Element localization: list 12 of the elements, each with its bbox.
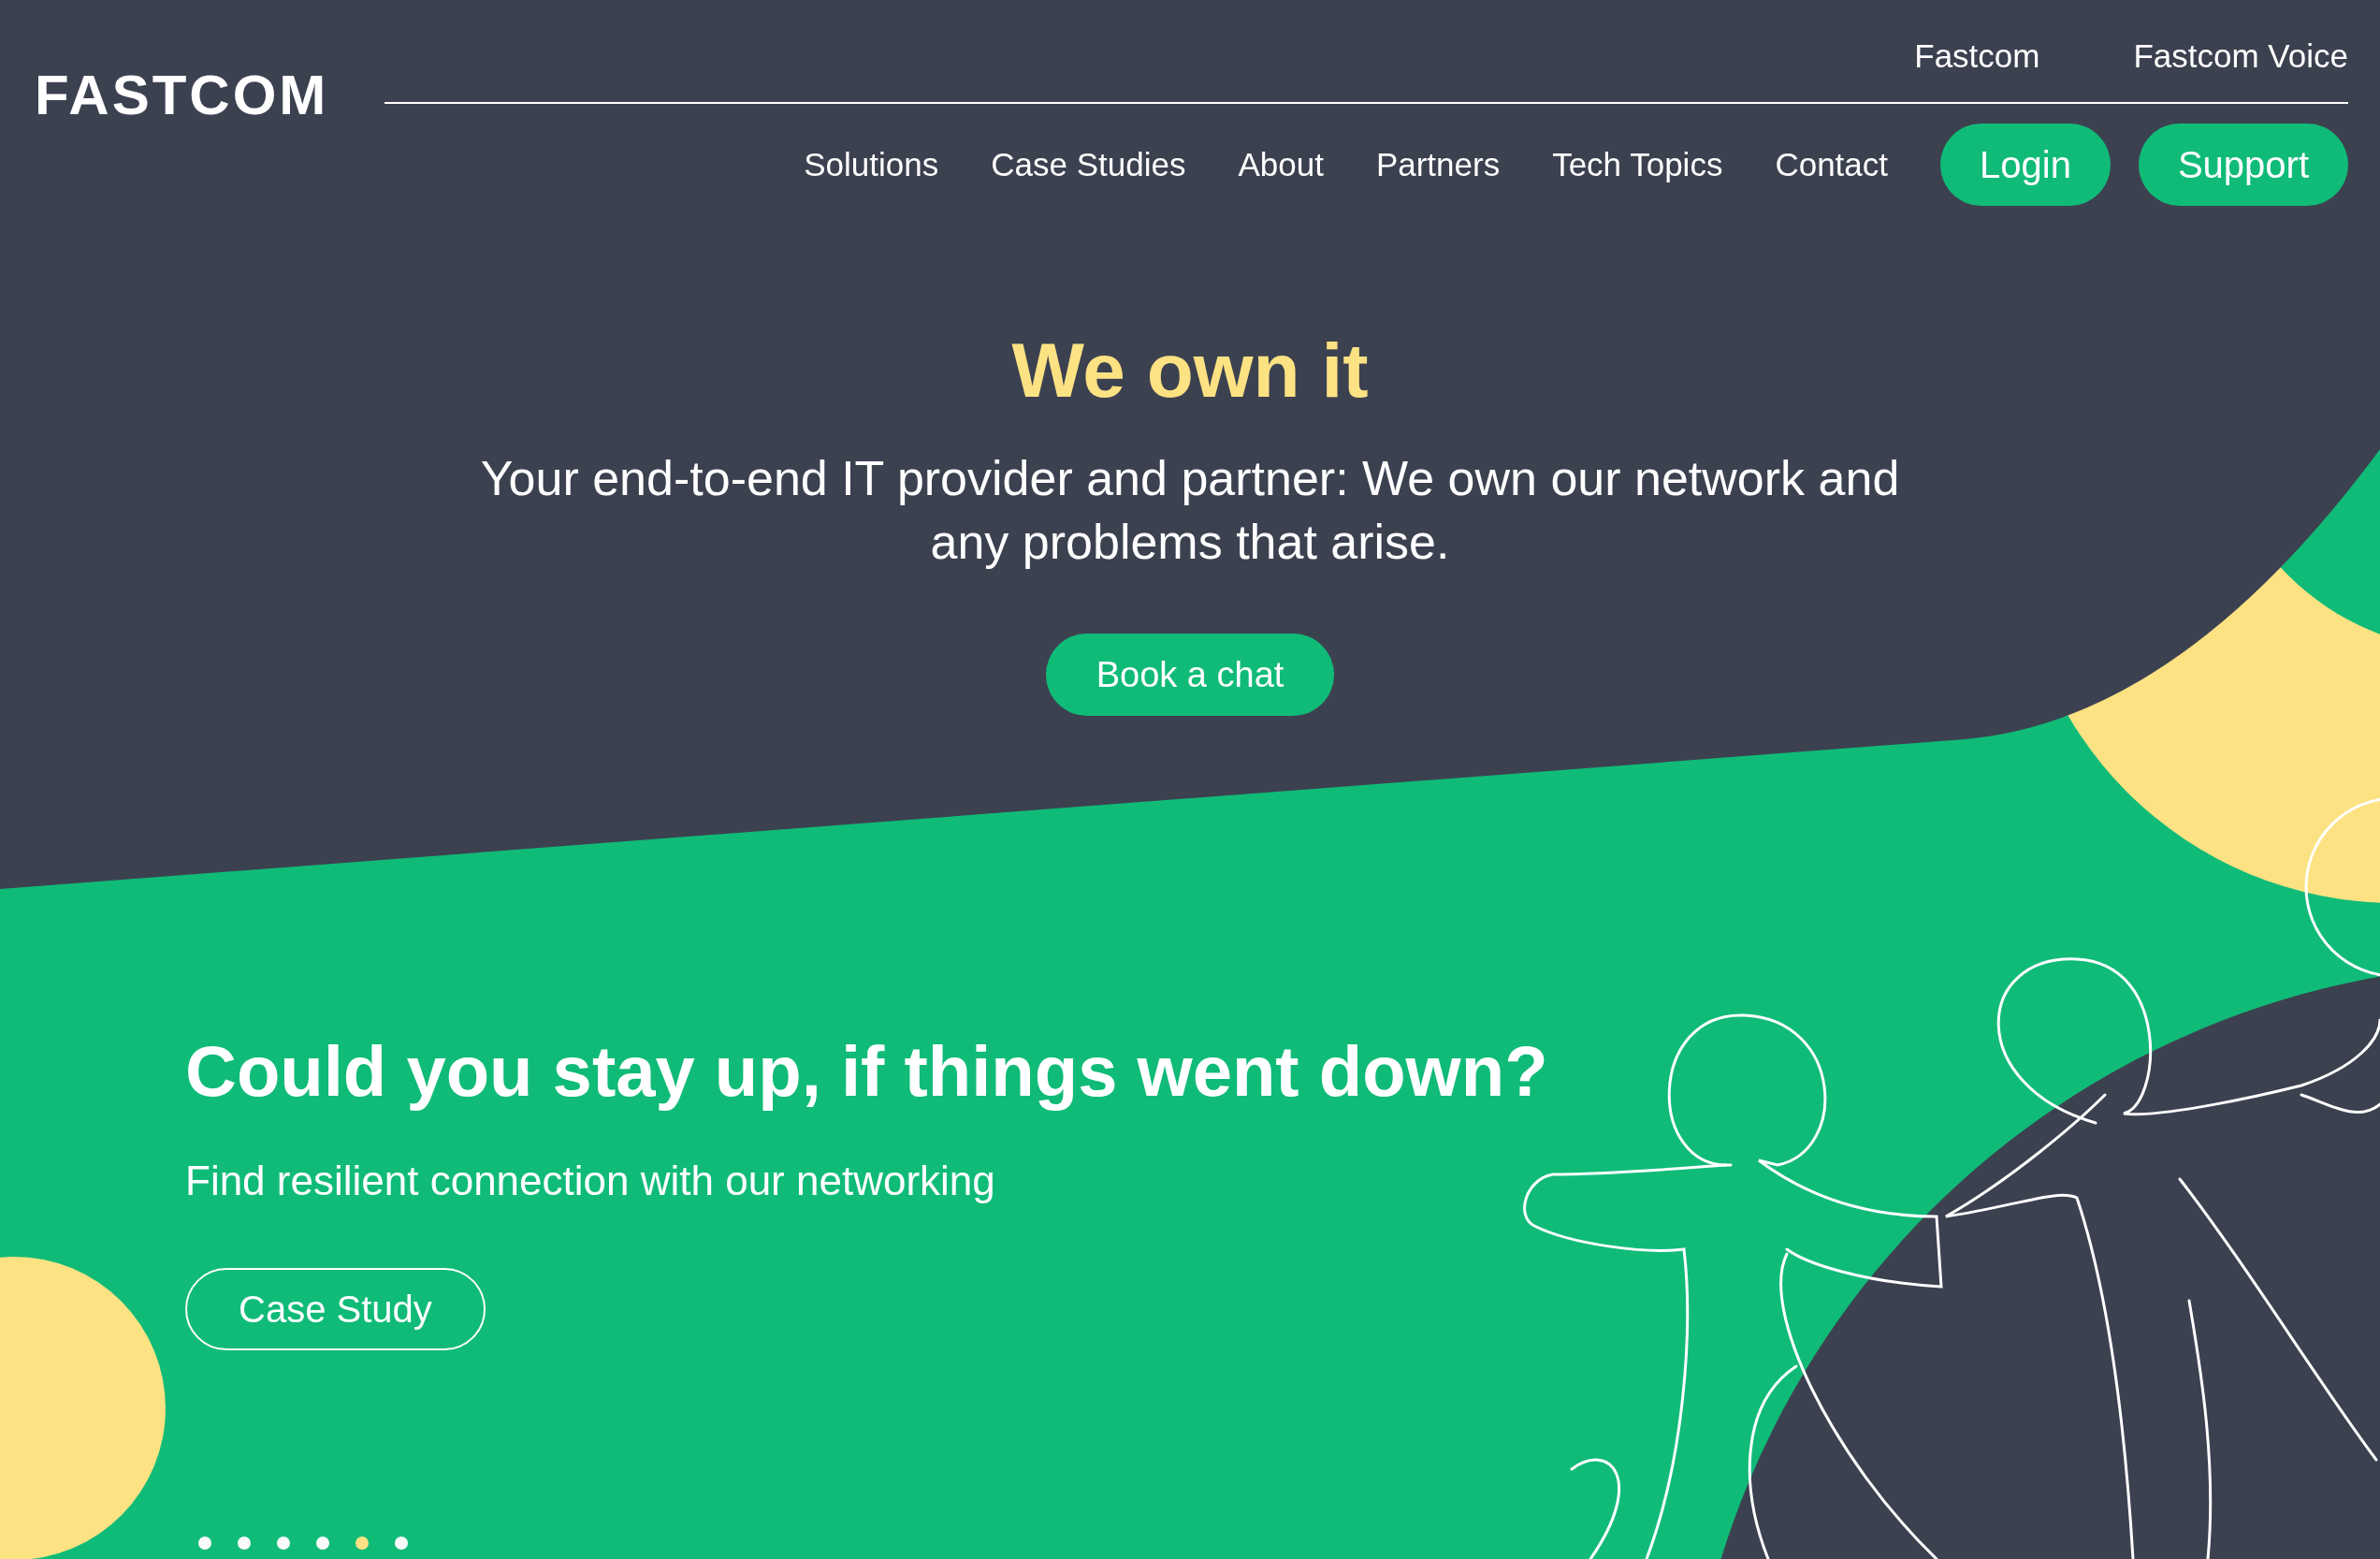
fastcom-logo[interactable]: FASTCOM xyxy=(35,66,329,125)
nav-link[interactable]: Solutions xyxy=(804,146,939,183)
nav-link[interactable]: Contact xyxy=(1775,146,1888,183)
nav-link[interactable]: Tech Topics xyxy=(1552,146,1723,183)
hero-subtitle: Your end-to-end IT provider and partner: We own our network and any problems that arise. xyxy=(479,450,1901,571)
nav-link[interactable]: About xyxy=(1238,146,1324,183)
top-link[interactable]: Fastcom Voice xyxy=(2133,37,2348,75)
top-link[interactable]: Fastcom xyxy=(1914,37,2040,75)
nav-link[interactable]: Partners xyxy=(1375,146,1501,183)
hero-title: We own it xyxy=(1011,332,1369,409)
slide-text: Find resilient connection with our networking xyxy=(185,1158,996,1204)
nav-link[interactable]: Case Studies xyxy=(991,146,1186,183)
